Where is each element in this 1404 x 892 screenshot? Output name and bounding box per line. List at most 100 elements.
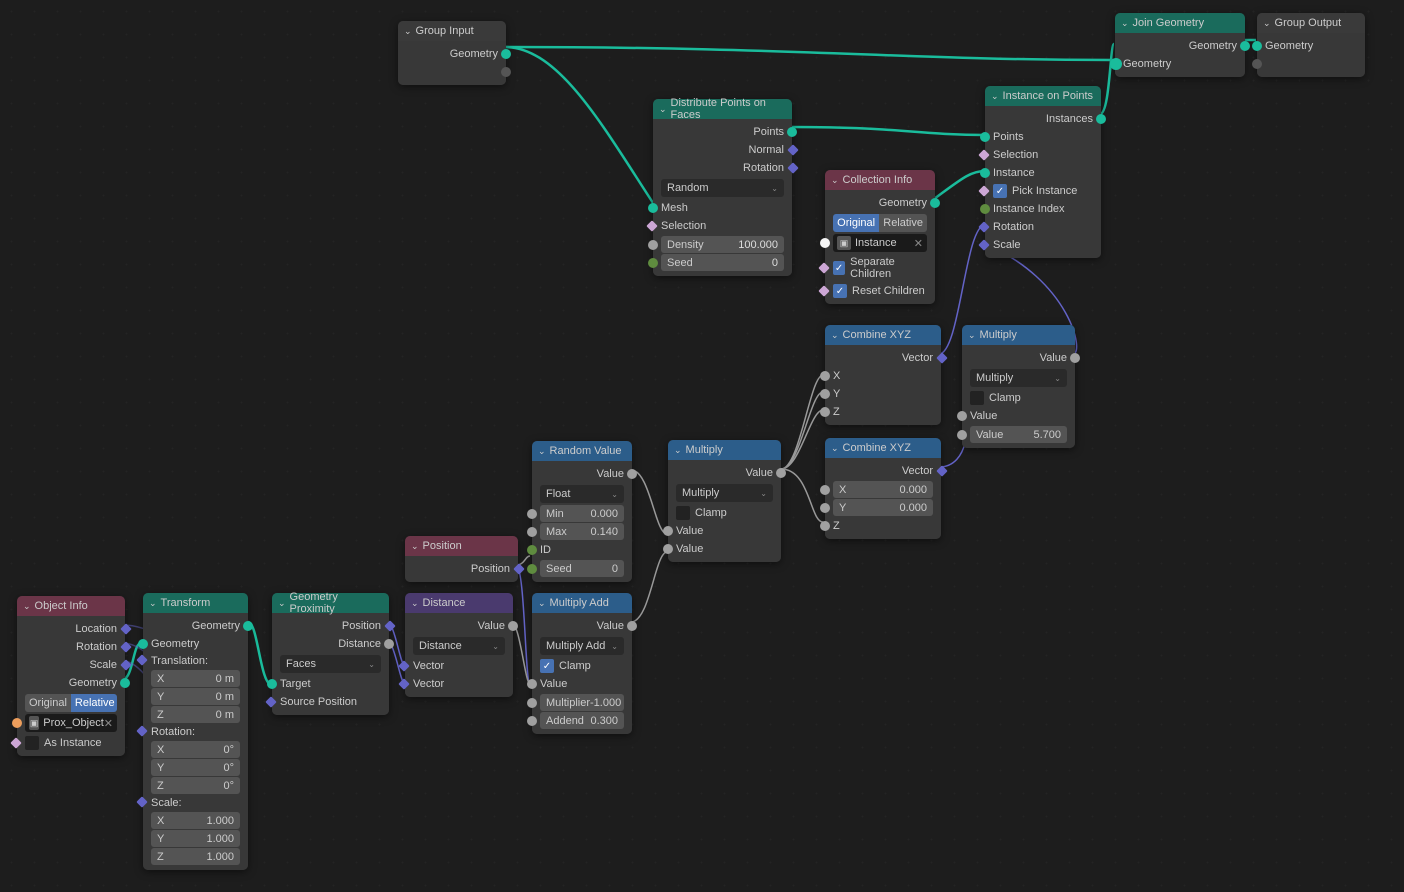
- field-seed[interactable]: Seed0: [661, 254, 784, 271]
- node-distribute-points[interactable]: ⌄Distribute Points on Faces Points Norma…: [653, 99, 792, 276]
- node-header[interactable]: ⌄Distance: [405, 593, 513, 613]
- field-value[interactable]: Value5.700: [970, 426, 1067, 443]
- socket-geometry[interactable]: [648, 203, 658, 213]
- field-density[interactable]: Density100.000: [661, 236, 784, 253]
- field-ry[interactable]: Y0°: [151, 759, 240, 776]
- node-header[interactable]: ⌄Random Value: [532, 441, 632, 461]
- node-multiply-add[interactable]: ⌄Multiply Add Value Multiply Add⌄ Clamp …: [532, 593, 632, 734]
- socket-float[interactable]: [776, 468, 786, 478]
- socket-geometry[interactable]: [787, 127, 797, 137]
- dropdown-mode[interactable]: Random⌄: [661, 179, 784, 197]
- button-relative[interactable]: Relative: [879, 214, 927, 232]
- checkbox-box[interactable]: [676, 506, 690, 520]
- socket-float[interactable]: [820, 389, 830, 399]
- socket-float[interactable]: [820, 407, 830, 417]
- socket-float[interactable]: [1070, 353, 1080, 363]
- checkbox-box[interactable]: [540, 659, 554, 673]
- node-random-value[interactable]: ⌄Random Value Value Float⌄ Min0.000 Max0…: [532, 441, 632, 582]
- node-combine-xyz-2[interactable]: ⌄Combine XYZ Vector X0.000 Y0.000 Z: [825, 438, 941, 539]
- node-group-input[interactable]: ⌄Group Input Geometry: [398, 21, 506, 85]
- node-header[interactable]: ⌄Collection Info: [825, 170, 935, 190]
- socket-geometry[interactable]: [1096, 114, 1106, 124]
- dropdown-operation[interactable]: Multiply Add⌄: [540, 637, 624, 655]
- button-original[interactable]: Original: [833, 214, 879, 232]
- node-distance[interactable]: ⌄Distance Value Distance⌄ Vector Vector: [405, 593, 513, 697]
- field-seed[interactable]: Seed0: [540, 560, 624, 577]
- node-header[interactable]: ⌄Position: [405, 536, 518, 556]
- socket-geometry[interactable]: [267, 679, 277, 689]
- socket-int[interactable]: [527, 564, 537, 574]
- socket-float[interactable]: [384, 639, 394, 649]
- node-header[interactable]: ⌄Distribute Points on Faces: [653, 99, 792, 119]
- node-header[interactable]: ⌄Multiply Add: [532, 593, 632, 613]
- node-transform[interactable]: ⌄Transform Geometry Geometry Translation…: [143, 593, 248, 870]
- field-object[interactable]: ▣Prox_Object✕: [25, 714, 117, 732]
- node-join-geometry[interactable]: ⌄Join Geometry Geometry Geometry: [1115, 13, 1245, 77]
- socket-geometry[interactable]: [980, 168, 990, 178]
- node-geometry-proximity[interactable]: ⌄Geometry Proximity Position Distance Fa…: [272, 593, 389, 715]
- field-sz[interactable]: Z1.000: [151, 848, 240, 865]
- field-x[interactable]: X0.000: [833, 481, 933, 498]
- node-instance-on-points[interactable]: ⌄Instance on Points Instances Points Sel…: [985, 86, 1101, 258]
- button-relative[interactable]: Relative: [71, 694, 117, 712]
- socket-geometry[interactable]: [243, 621, 253, 631]
- node-header[interactable]: ⌄Group Input: [398, 21, 506, 41]
- field-addend[interactable]: Addend0.300: [540, 712, 624, 729]
- checkbox-as-instance[interactable]: As Instance: [17, 734, 125, 752]
- socket-float[interactable]: [820, 503, 830, 513]
- checkbox-clamp[interactable]: Clamp: [532, 657, 632, 675]
- node-header[interactable]: ⌄Group Output: [1257, 13, 1365, 33]
- socket-float[interactable]: [820, 521, 830, 531]
- checkbox-box[interactable]: [970, 391, 984, 405]
- field-y[interactable]: Y0.000: [833, 499, 933, 516]
- checkbox-box[interactable]: [833, 284, 847, 298]
- socket-int[interactable]: [648, 258, 658, 268]
- checkbox-pick-instance[interactable]: Pick Instance: [985, 182, 1101, 200]
- socket-float[interactable]: [527, 527, 537, 537]
- field-min[interactable]: Min0.000: [540, 505, 624, 522]
- socket-geometry[interactable]: [930, 198, 940, 208]
- socket-float[interactable]: [527, 716, 537, 726]
- node-header[interactable]: ⌄Geometry Proximity: [272, 593, 389, 613]
- socket-float[interactable]: [957, 411, 967, 421]
- socket-float[interactable]: [663, 526, 673, 536]
- checkbox-box[interactable]: [993, 184, 1007, 198]
- socket-object[interactable]: [12, 718, 22, 728]
- field-ty[interactable]: Y0 m: [151, 688, 240, 705]
- node-position[interactable]: ⌄Position Position: [405, 536, 518, 582]
- socket-float[interactable]: [527, 698, 537, 708]
- node-object-info[interactable]: ⌄Object Info Location Rotation Scale Geo…: [17, 596, 125, 756]
- socket-geometry[interactable]: [138, 639, 148, 649]
- socket-int[interactable]: [980, 204, 990, 214]
- socket-float[interactable]: [648, 240, 658, 250]
- socket-collection[interactable]: [820, 238, 830, 248]
- socket-geometry[interactable]: [1252, 41, 1262, 51]
- field-collection[interactable]: ▣Instance✕: [833, 234, 927, 252]
- field-sx[interactable]: X1.000: [151, 812, 240, 829]
- socket-geometry[interactable]: [501, 49, 511, 59]
- clear-icon[interactable]: ✕: [104, 717, 113, 730]
- socket-float[interactable]: [957, 430, 967, 440]
- node-combine-xyz[interactable]: ⌄Combine XYZ Vector X Y Z: [825, 325, 941, 425]
- checkbox-box[interactable]: [25, 736, 39, 750]
- socket-geometry[interactable]: [1240, 41, 1250, 51]
- node-header[interactable]: ⌄Transform: [143, 593, 248, 613]
- node-collection-info[interactable]: ⌄Collection Info Geometry Original Relat…: [825, 170, 935, 304]
- checkbox-box[interactable]: [833, 261, 845, 275]
- dropdown-operation[interactable]: Multiply⌄: [970, 369, 1067, 387]
- socket-float[interactable]: [527, 679, 537, 689]
- socket-geometry[interactable]: [120, 678, 130, 688]
- node-header[interactable]: ⌄Object Info: [17, 596, 125, 616]
- node-header[interactable]: ⌄Join Geometry: [1115, 13, 1245, 33]
- node-multiply-2[interactable]: ⌄Multiply Value Multiply⌄ Clamp Value Va…: [962, 325, 1075, 448]
- socket-float[interactable]: [820, 485, 830, 495]
- field-rz[interactable]: Z0°: [151, 777, 240, 794]
- field-sy[interactable]: Y1.000: [151, 830, 240, 847]
- socket-float[interactable]: [627, 469, 637, 479]
- clear-icon[interactable]: ✕: [914, 237, 923, 250]
- socket-float[interactable]: [820, 371, 830, 381]
- socket-float[interactable]: [527, 509, 537, 519]
- checkbox-clamp[interactable]: Clamp: [668, 504, 781, 522]
- socket-virtual[interactable]: [1252, 59, 1262, 69]
- field-tz[interactable]: Z0 m: [151, 706, 240, 723]
